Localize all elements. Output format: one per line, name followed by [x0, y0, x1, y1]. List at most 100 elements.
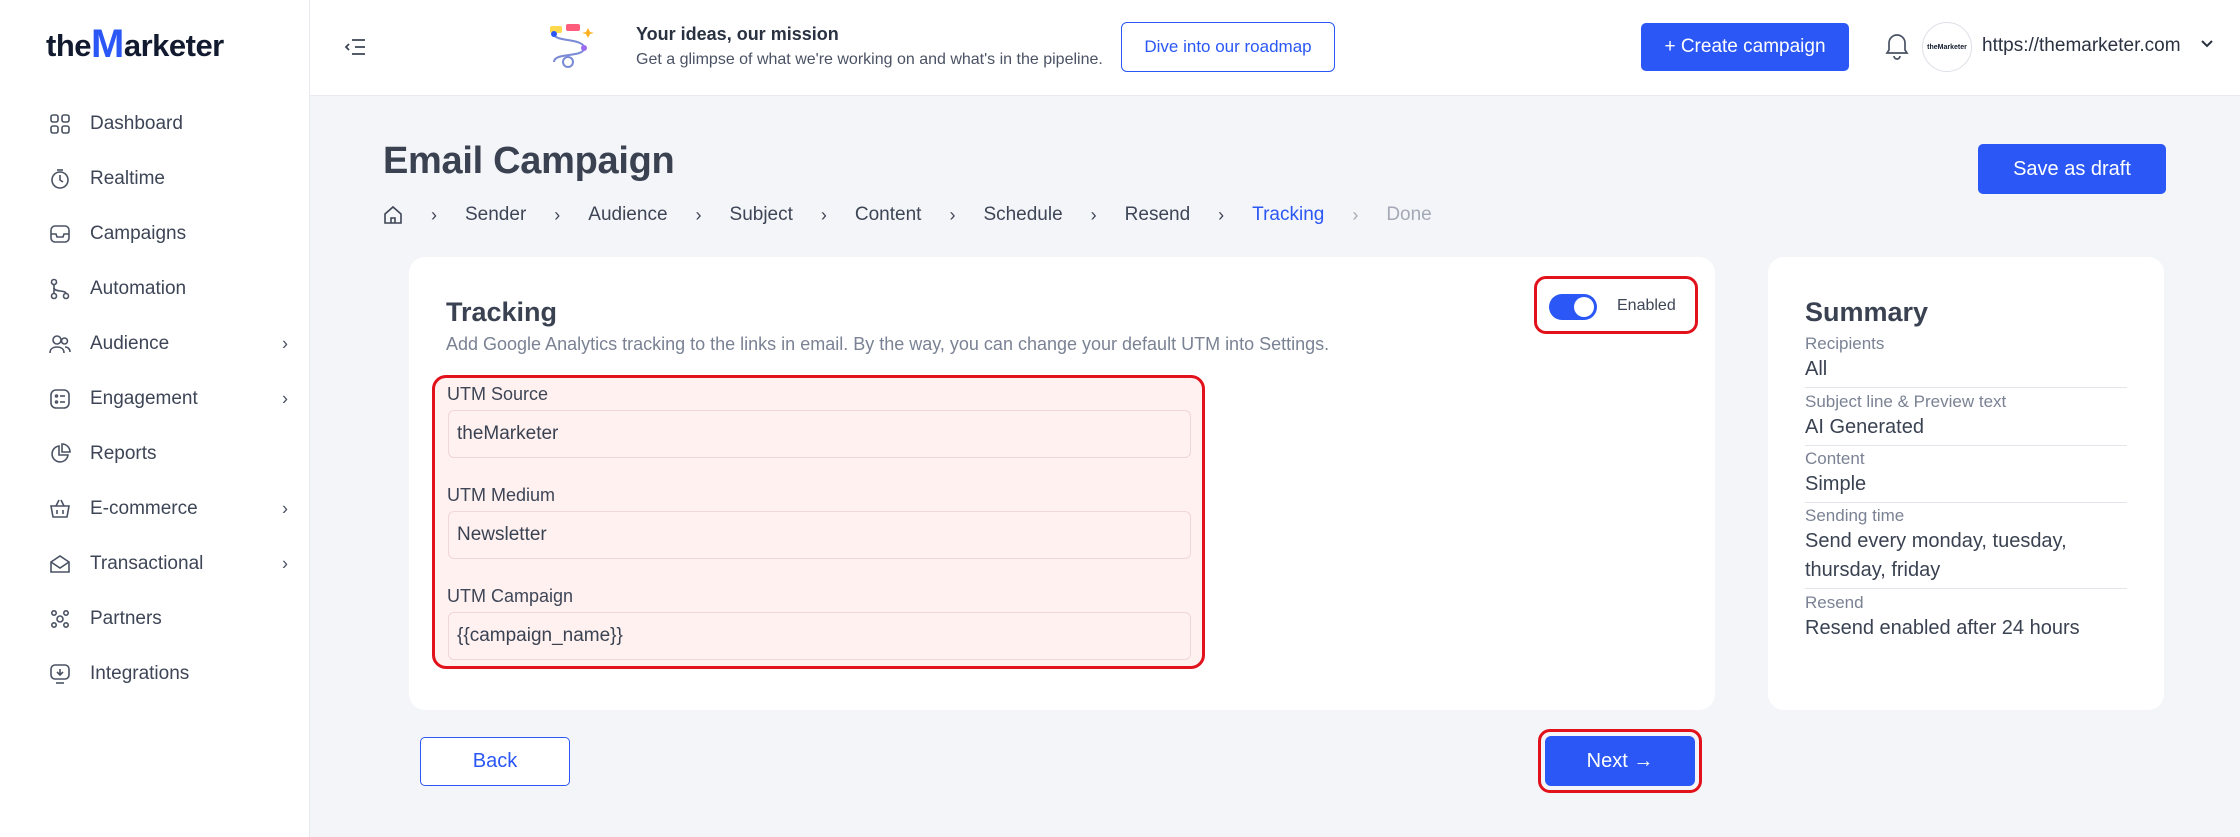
utm-fields: UTM Source UTM Medium UTM Campaign [432, 375, 1205, 669]
site-selector[interactable]: https://themarketer.com [1982, 35, 2181, 57]
logo-suffix: arketer [123, 28, 224, 63]
summary-label: Content [1805, 449, 1865, 468]
users-icon [48, 332, 72, 356]
next-button[interactable]: Next → [1545, 736, 1695, 786]
integrations-icon [48, 662, 72, 686]
tracking-toggle-highlight: Enabled [1534, 276, 1698, 334]
roadmap-illustration-icon [544, 20, 598, 72]
summary-value: Simple [1805, 473, 1867, 495]
sidebar-item-label: Automation [90, 277, 187, 299]
chevron-right-icon: › [1352, 204, 1359, 225]
breadcrumb-audience[interactable]: Audience [588, 204, 667, 226]
toggle-knob [1574, 297, 1594, 317]
summary-row: Content Simple [1805, 448, 2127, 503]
sidebar-item-label: Reports [90, 442, 157, 464]
next-button-highlight: Next → [1538, 729, 1702, 793]
tracking-description: Add Google Analytics tracking to the lin… [446, 334, 1330, 354]
tracking-title: Tracking [446, 297, 558, 327]
sidebar-item-label: E-commerce [90, 497, 198, 519]
sidebar-item-reports[interactable]: Reports [0, 426, 310, 481]
chevron-right-icon: › [554, 204, 561, 225]
logo[interactable]: the Marketer [46, 20, 224, 64]
automation-icon [48, 277, 72, 301]
sidebar-item-label: Partners [90, 607, 162, 629]
breadcrumb-content[interactable]: Content [855, 204, 922, 226]
sidebar-nav: Dashboard Realtime Campaigns Automation … [0, 96, 310, 701]
envelope-open-icon [48, 552, 72, 576]
utm-campaign-label: UTM Campaign [447, 586, 574, 606]
chevron-down-icon[interactable] [2198, 34, 2216, 57]
promo-title: Your ideas, our mission [636, 24, 839, 44]
logo-m: M [91, 22, 124, 66]
summary-label: Resend [1805, 593, 1864, 612]
chevron-right-icon: › [1218, 204, 1225, 225]
bell-icon[interactable] [1884, 30, 1912, 60]
chevron-right-icon: › [282, 333, 288, 353]
roadmap-button[interactable]: Dive into our roadmap [1121, 22, 1335, 72]
sidebar-item-audience[interactable]: Audience › [0, 316, 310, 371]
summary-value: Resend enabled after 24 hours [1805, 617, 2080, 639]
chevron-right-icon: › [282, 553, 288, 573]
sidebar-item-partners[interactable]: Partners [0, 591, 310, 646]
sidebar-item-label: Audience [90, 332, 170, 354]
breadcrumb-subject[interactable]: Subject [730, 204, 793, 226]
utm-medium-label: UTM Medium [447, 485, 556, 505]
summary-card: Summary Recipients All Subject line & Pr… [1768, 257, 2164, 710]
summary-label: Subject line & Preview text [1805, 392, 2007, 411]
sidebar-item-label: Engagement [90, 387, 198, 409]
sidebar: the Marketer Dashboard Realtime Campaigns… [0, 0, 310, 837]
utm-source-input[interactable] [448, 410, 1191, 458]
summary-row: Recipients All [1805, 333, 2127, 388]
sidebar-item-integrations[interactable]: Integrations [0, 646, 310, 701]
chevron-right-icon: › [949, 204, 956, 225]
pie-chart-icon [48, 442, 72, 466]
summary-row: Subject line & Preview text AI Generated [1805, 391, 2127, 446]
breadcrumb: › Sender › Audience › Subject › Content … [383, 202, 1432, 228]
chevron-right-icon: › [282, 498, 288, 518]
sidebar-item-dashboard[interactable]: Dashboard [0, 96, 310, 151]
sidebar-item-automation[interactable]: Automation [0, 261, 310, 316]
home-icon[interactable] [383, 205, 403, 225]
save-as-draft-button[interactable]: Save as draft [1978, 144, 2166, 194]
partners-icon [48, 607, 72, 631]
summary-row: Resend Resend enabled after 24 hours [1805, 592, 2127, 647]
sidebar-item-label: Integrations [90, 662, 190, 684]
summary-value: Send every monday, tuesday, thursday, fr… [1805, 530, 2067, 581]
summary-row: Sending time Send every monday, tuesday,… [1805, 505, 2127, 589]
breadcrumb-done: Done [1386, 204, 1432, 225]
chevron-right-icon: › [1090, 204, 1097, 225]
logo-prefix: the [46, 28, 92, 63]
chevron-right-icon: › [431, 204, 437, 225]
campaigns-icon [48, 222, 72, 246]
basket-icon [48, 497, 72, 521]
summary-value: AI Generated [1805, 416, 1924, 438]
utm-campaign-input[interactable] [448, 612, 1191, 660]
sidebar-item-campaigns[interactable]: Campaigns [0, 206, 310, 261]
summary-value: All [1805, 358, 1828, 380]
back-button[interactable]: Back [420, 737, 570, 786]
tracking-card: Tracking Add Google Analytics tracking t… [409, 257, 1715, 710]
summary-title: Summary [1805, 297, 1929, 327]
sidebar-item-ecommerce[interactable]: E-commerce › [0, 481, 310, 536]
sidebar-item-label: Transactional [90, 552, 204, 574]
breadcrumb-sender[interactable]: Sender [465, 204, 526, 226]
toggle-label: Enabled [1617, 297, 1676, 314]
engagement-icon [48, 387, 72, 411]
breadcrumb-tracking[interactable]: Tracking [1252, 204, 1324, 226]
breadcrumb-schedule[interactable]: Schedule [983, 204, 1062, 226]
sidebar-item-engagement[interactable]: Engagement › [0, 371, 310, 426]
sidebar-item-transactional[interactable]: Transactional › [0, 536, 310, 591]
sidebar-item-realtime[interactable]: Realtime [0, 151, 310, 206]
sidebar-item-label: Campaigns [90, 222, 187, 244]
topbar: Your ideas, our mission Get a glimpse of… [310, 0, 2240, 96]
utm-source-label: UTM Source [447, 384, 549, 404]
summary-label: Recipients [1805, 334, 1885, 353]
collapse-sidebar-icon[interactable] [342, 34, 368, 60]
create-campaign-button[interactable]: + Create campaign [1641, 23, 1849, 71]
avatar[interactable]: theMarketer [1922, 22, 1972, 72]
summary-label: Sending time [1805, 506, 1905, 525]
sidebar-item-label: Dashboard [90, 112, 183, 134]
utm-medium-input[interactable] [448, 511, 1191, 559]
tracking-toggle[interactable] [1549, 294, 1597, 320]
breadcrumb-resend[interactable]: Resend [1125, 204, 1191, 226]
